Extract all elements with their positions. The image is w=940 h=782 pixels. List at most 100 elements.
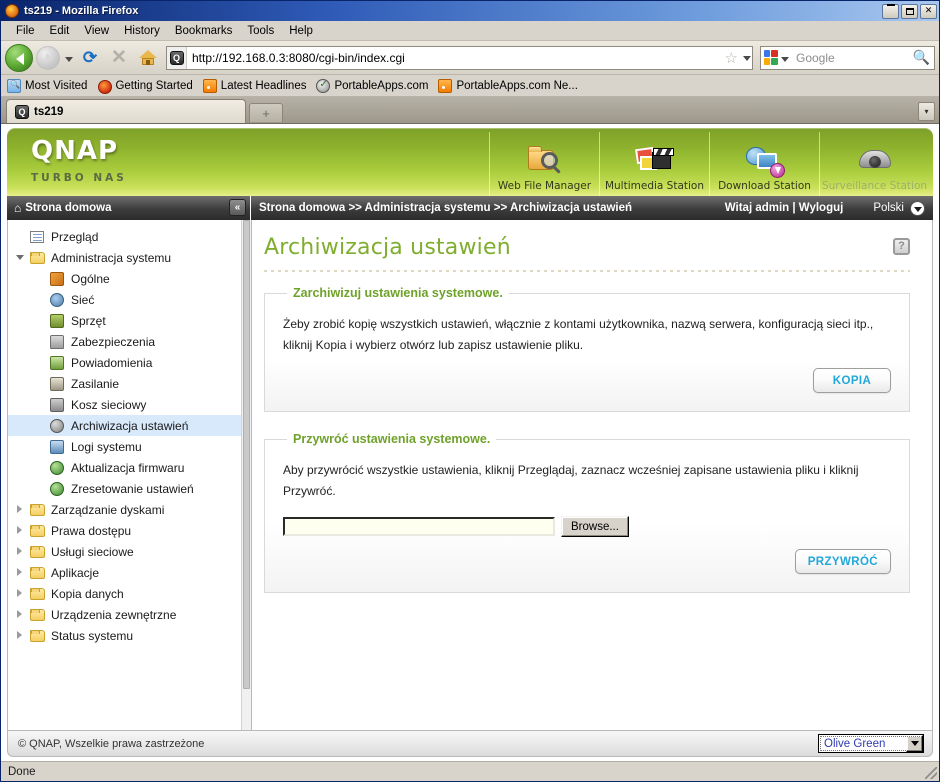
url-bar[interactable]: Q http://192.168.0.3:8080/cgi-bin/index.… (166, 45, 753, 70)
qnap-banner: QNAP TURBO NAS Web File Manager Multimed… (7, 128, 933, 196)
resize-grip[interactable] (925, 767, 937, 779)
sidebar-item-2[interactable]: Ogólne (8, 268, 241, 289)
menu-history[interactable]: History (117, 23, 167, 39)
sidebar-item-16[interactable]: Aplikacje (8, 562, 241, 583)
chevron-down-icon[interactable] (63, 48, 74, 68)
search-bar[interactable]: Google 🔍 (760, 45, 935, 70)
sidebar-item-5[interactable]: Zabezpieczenia (8, 331, 241, 352)
bookmark-star-icon[interactable]: ☆ (722, 49, 741, 67)
app-download-station[interactable]: Download Station (709, 132, 819, 196)
sidebar-item-label: Przegląd (51, 229, 99, 244)
sidebar-item-3[interactable]: Sieć (8, 289, 241, 310)
chevron-right-icon[interactable] (16, 547, 25, 556)
sidebar-item-17[interactable]: Kopia danych (8, 583, 241, 604)
sidebar-item-6[interactable]: Powiadomienia (8, 352, 241, 373)
menu-view[interactable]: View (77, 23, 116, 39)
stop-icon[interactable]: ✕ (106, 45, 132, 71)
tab-ts219[interactable]: Q ts219 (6, 99, 246, 123)
breadcrumb-row: ⌂ Strona domowa « Strona domowa >> Admin… (7, 196, 933, 220)
sidebar-item-18[interactable]: Urządzenia zewnętrzne (8, 604, 241, 625)
user-greeting[interactable]: Witaj admin | Wyloguj (725, 202, 844, 214)
sidebar-item-14[interactable]: Prawa dostępu (8, 520, 241, 541)
folder-icon (30, 250, 46, 266)
sidebar-item-10[interactable]: Logi systemu (8, 436, 241, 457)
maximize-button[interactable] (901, 3, 918, 19)
app-multimedia-station[interactable]: Multimedia Station (599, 132, 709, 196)
browse-button[interactable]: Browse... (561, 516, 629, 538)
sidebar-item-0[interactable]: Przegląd (8, 226, 241, 247)
backup-button[interactable]: KOPIA (813, 368, 891, 394)
bookmark-portableapps-news[interactable]: PortableApps.com Ne... (438, 78, 578, 93)
bookmark-getting-started[interactable]: Getting Started (97, 79, 193, 94)
bookmark-portableapps[interactable]: PortableApps.com (316, 78, 428, 93)
help-icon[interactable]: ? (893, 238, 910, 255)
sidebar-item-12[interactable]: Zresetowanie ustawień (8, 478, 241, 499)
sidebar-scrollbar-thumb[interactable] (243, 220, 250, 690)
site-identity-icon: Q (167, 46, 187, 69)
sidebar-scrollbar[interactable] (241, 220, 251, 730)
sidebar-item-13[interactable]: Zarządzanie dyskami (8, 499, 241, 520)
sidebar-item-label: Sprzęt (71, 313, 106, 328)
sidebar-item-7[interactable]: Zasilanie (8, 373, 241, 394)
chevron-right-icon[interactable] (16, 631, 25, 640)
sidebar-item-8[interactable]: Kosz sieciowy (8, 394, 241, 415)
home-icon[interactable] (135, 45, 161, 71)
chevron-down-icon[interactable] (16, 253, 25, 262)
sidebar-item-19[interactable]: Status systemu (8, 625, 241, 646)
sidebar-item-15[interactable]: Usługi sieciowe (8, 541, 241, 562)
url-text[interactable]: http://192.168.0.3:8080/cgi-bin/index.cg… (187, 51, 722, 65)
chevron-down-icon[interactable] (910, 200, 925, 216)
folder-icon (30, 544, 46, 560)
close-button[interactable]: ✕ (920, 3, 937, 19)
menu-bookmarks[interactable]: Bookmarks (168, 23, 240, 39)
restore-button[interactable]: PRZYWRÓĆ (794, 549, 891, 575)
sidebar-item-4[interactable]: Sprzęt (8, 310, 241, 331)
sidebar-item-label: Zasilanie (71, 376, 120, 391)
sidebar-item-9[interactable]: Archiwizacja ustawień (8, 415, 241, 436)
backup-panel-description: Żeby zrobić kopię wszystkich ustawień, w… (283, 317, 874, 353)
new-tab-button[interactable]: + (249, 103, 283, 122)
menu-tools[interactable]: Tools (240, 23, 281, 39)
sidebar-item-11[interactable]: Aktualizacja firmwaru (8, 457, 241, 478)
menu-file[interactable]: File (9, 23, 42, 39)
chevron-right-icon[interactable] (16, 526, 25, 535)
page-viewport: QNAP TURBO NAS Web File Manager Multimed… (1, 123, 939, 761)
restore-file-input[interactable] (283, 517, 555, 537)
app-surveillance-station[interactable]: Surveillance Station (819, 132, 929, 196)
sidebar-item-label: Urządzenia zewnętrzne (51, 607, 177, 622)
sidebar-item-1[interactable]: Administracja systemu (8, 247, 241, 268)
folder-icon (30, 628, 46, 644)
bookmark-most-visited[interactable]: Most Visited (7, 78, 87, 93)
tab-list-dropdown-button[interactable]: ▾ (918, 102, 935, 121)
recycle-bin-icon (50, 397, 66, 413)
sidebar-header[interactable]: ⌂ Strona domowa « (7, 196, 251, 220)
sidebar-collapse-button[interactable]: « (229, 199, 246, 216)
reload-icon[interactable]: ⟳ (77, 45, 103, 71)
menu-help[interactable]: Help (282, 23, 320, 39)
search-input[interactable]: Google (790, 51, 913, 65)
backup-settings-panel: Zarchiwizuj ustawienia systemowe. Żeby z… (264, 286, 910, 413)
language-selector[interactable]: Polski (873, 200, 925, 216)
chevron-right-icon[interactable] (16, 589, 25, 598)
minimize-button[interactable] (882, 3, 899, 19)
forward-button[interactable] (36, 45, 60, 70)
page-footer: © QNAP, Wszelkie prawa zastrzeżone Olive… (7, 731, 933, 757)
chevron-right-icon[interactable] (16, 568, 25, 577)
search-engine-chevron-icon[interactable] (779, 48, 790, 68)
theme-select[interactable]: Olive Green (818, 734, 924, 753)
back-button[interactable] (5, 43, 33, 72)
bookmark-latest-headlines[interactable]: Latest Headlines (202, 78, 306, 93)
app-web-file-manager[interactable]: Web File Manager (489, 132, 599, 196)
url-history-chevron-icon[interactable] (741, 47, 752, 69)
menu-edit[interactable]: Edit (43, 23, 77, 39)
chevron-right-icon[interactable] (16, 610, 25, 619)
chevron-right-icon[interactable] (16, 505, 25, 514)
search-icon[interactable]: 🔍 (913, 49, 934, 66)
chevron-down-icon[interactable] (906, 735, 923, 752)
